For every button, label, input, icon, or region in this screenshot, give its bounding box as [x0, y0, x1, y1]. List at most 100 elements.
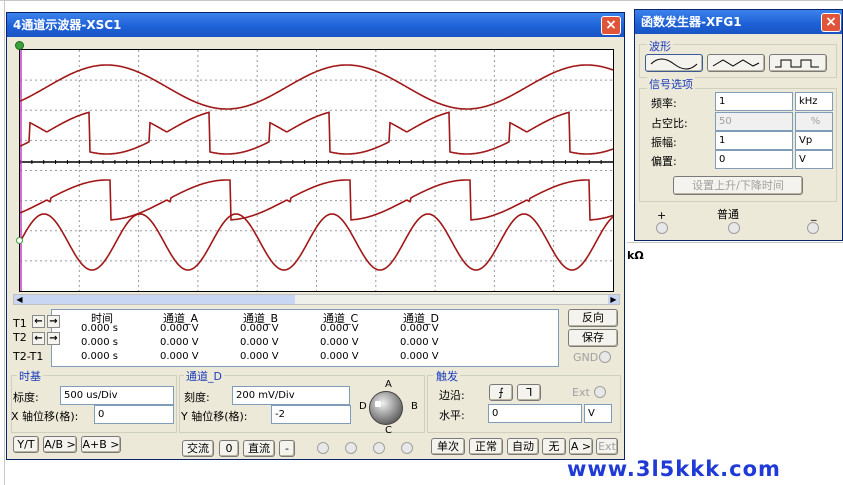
x-position-label: X 轴位移(格):: [11, 410, 79, 423]
y-position-field[interactable]: -2: [271, 405, 351, 424]
offset-field[interactable]: 0: [715, 150, 793, 169]
triangle-wave-icon: [712, 59, 760, 67]
oscilloscope-titlebar[interactable]: 4通道示波器-XSC1: [7, 13, 624, 37]
scroll-thumb[interactable]: [25, 295, 295, 304]
sine-wave-button[interactable]: [645, 54, 703, 72]
zero-coupling-button[interactable]: 0: [219, 440, 239, 457]
close-icon[interactable]: ×: [601, 16, 621, 35]
close-icon[interactable]: ×: [821, 13, 841, 32]
reverse-button[interactable]: 反向: [568, 309, 618, 327]
minus-coupling-button[interactable]: -: [279, 440, 295, 457]
negative-terminal-label: _: [811, 208, 817, 221]
save-button[interactable]: 保存: [568, 329, 618, 347]
falling-edge-button[interactable]: ᒣ: [517, 384, 541, 401]
channel-scale-field[interactable]: 200 mV/Div: [232, 386, 350, 405]
function-generator-titlebar[interactable]: 函数发生器-XFG1: [635, 10, 842, 34]
cursor-t2-handle[interactable]: [16, 237, 23, 244]
knob-label-d: D: [359, 401, 367, 412]
table-cell: 0.000 V: [240, 337, 279, 348]
waveform-title: 波形: [647, 38, 673, 54]
table-cell: 0.000 V: [400, 323, 439, 334]
scope-plot: [20, 50, 613, 291]
set-rise-fall-time-button[interactable]: 设置上升/下降时间: [673, 176, 803, 195]
a-plus-b-mode-button[interactable]: A+B >: [81, 436, 121, 453]
channel-title: 通道_D: [184, 368, 224, 384]
channel-terminal-c[interactable]: [373, 442, 385, 454]
channel-terminal-b[interactable]: [345, 442, 357, 454]
amplitude-label: 振幅:: [651, 136, 677, 149]
duty-cycle-unit[interactable]: %: [795, 112, 833, 131]
scope-display[interactable]: [19, 49, 614, 292]
ext-trigger-terminal[interactable]: [594, 386, 606, 398]
knob-pointer-icon: [375, 401, 381, 407]
auto-trigger-button[interactable]: 自动: [507, 438, 539, 455]
table-cell: 0.000 s: [81, 337, 119, 348]
t1-left-arrow-icon[interactable]: ←: [32, 315, 45, 328]
duty-cycle-field[interactable]: 50: [715, 112, 793, 131]
function-generator-window: 函数发生器-XFG1 × 波形 信号选项 频率: 1 kHz 占空比: 50 %…: [634, 9, 843, 241]
channel-terminal-a[interactable]: [317, 442, 329, 454]
scroll-left-icon[interactable]: ◀: [14, 295, 25, 304]
ext-trigger-source-button[interactable]: Ext: [596, 438, 618, 455]
table-cell: 0.000 V: [240, 323, 279, 334]
background-wire: [627, 242, 843, 243]
measurement-panel: [51, 309, 559, 367]
ab-mode-button[interactable]: A/B >: [43, 436, 77, 453]
table-cell: 0.000 V: [160, 337, 199, 348]
oscilloscope-title: 4通道示波器-XSC1: [13, 18, 122, 32]
trigger-level-unit[interactable]: V: [584, 404, 612, 423]
knob-label-b: B: [411, 401, 418, 412]
a-trigger-source-button[interactable]: A >: [569, 438, 593, 455]
t2-left-arrow-icon[interactable]: ←: [32, 332, 45, 345]
channel-selector-knob[interactable]: [369, 391, 403, 425]
rising-edge-button[interactable]: ⨍: [489, 384, 513, 401]
scroll-right-icon[interactable]: ▶: [608, 295, 619, 304]
common-terminal[interactable]: [728, 222, 740, 234]
table-cell: 0.000 V: [400, 337, 439, 348]
knob-label-a: A: [385, 379, 392, 390]
t2-right-arrow-icon[interactable]: →: [47, 332, 60, 345]
positive-terminal[interactable]: [656, 222, 668, 234]
trigger-level-label: 水平:: [439, 409, 465, 422]
oscilloscope-window: 4通道示波器-XSC1 × ◀ ▶ T1 T2 T2-T1 ← → ← → 时间…: [6, 12, 625, 460]
amplitude-field[interactable]: 1: [715, 131, 793, 150]
frequency-field[interactable]: 1: [715, 92, 793, 111]
normal-trigger-button[interactable]: 正常: [469, 438, 503, 455]
square-wave-button[interactable]: [769, 54, 827, 72]
table-cell: 0.000 s: [81, 351, 119, 362]
offset-unit[interactable]: V: [795, 150, 833, 169]
x-position-field[interactable]: 0: [94, 405, 174, 424]
gnd-label: GND: [573, 351, 599, 364]
negative-terminal[interactable]: [807, 222, 819, 234]
channel-terminal-d[interactable]: [401, 442, 413, 454]
none-trigger-button[interactable]: 无: [542, 438, 566, 455]
offset-label: 偏置:: [651, 155, 677, 168]
duty-cycle-label: 占空比:: [651, 117, 688, 130]
gnd-terminal[interactable]: [599, 351, 611, 363]
horizontal-scrollbar[interactable]: ◀ ▶: [13, 294, 620, 305]
frequency-unit[interactable]: kHz: [795, 92, 833, 111]
timebase-scale-field[interactable]: 500 us/Div: [60, 386, 174, 405]
cursor-t1-handle[interactable]: [15, 41, 24, 50]
trigger-level-field[interactable]: 0: [488, 404, 582, 423]
dc-coupling-button[interactable]: 直流: [243, 440, 275, 457]
table-cell: 0.000 V: [240, 351, 279, 362]
table-cell: 0.000 V: [400, 351, 439, 362]
yt-mode-button[interactable]: Y/T: [13, 436, 39, 453]
function-generator-title: 函数发生器-XFG1: [641, 15, 742, 29]
ac-coupling-button[interactable]: 交流: [182, 440, 214, 457]
amplitude-unit[interactable]: Vp: [795, 131, 833, 150]
trigger-edge-label: 边沿:: [439, 389, 465, 402]
positive-terminal-label: +: [657, 209, 667, 222]
y-position-label: Y 轴位移(格):: [181, 410, 248, 423]
row-label-t2: T2: [13, 331, 27, 344]
background-wire: [0, 0, 843, 1]
triangle-wave-button[interactable]: [707, 54, 765, 72]
trigger-title: 触发: [434, 368, 460, 384]
table-cell: 0.000 V: [320, 351, 359, 362]
ext-trigger-label: Ext: [572, 386, 590, 399]
single-trigger-button[interactable]: 单次: [431, 438, 465, 455]
square-wave-icon: [775, 59, 819, 68]
t1-right-arrow-icon[interactable]: →: [47, 315, 60, 328]
sine-wave-icon: [650, 58, 698, 70]
